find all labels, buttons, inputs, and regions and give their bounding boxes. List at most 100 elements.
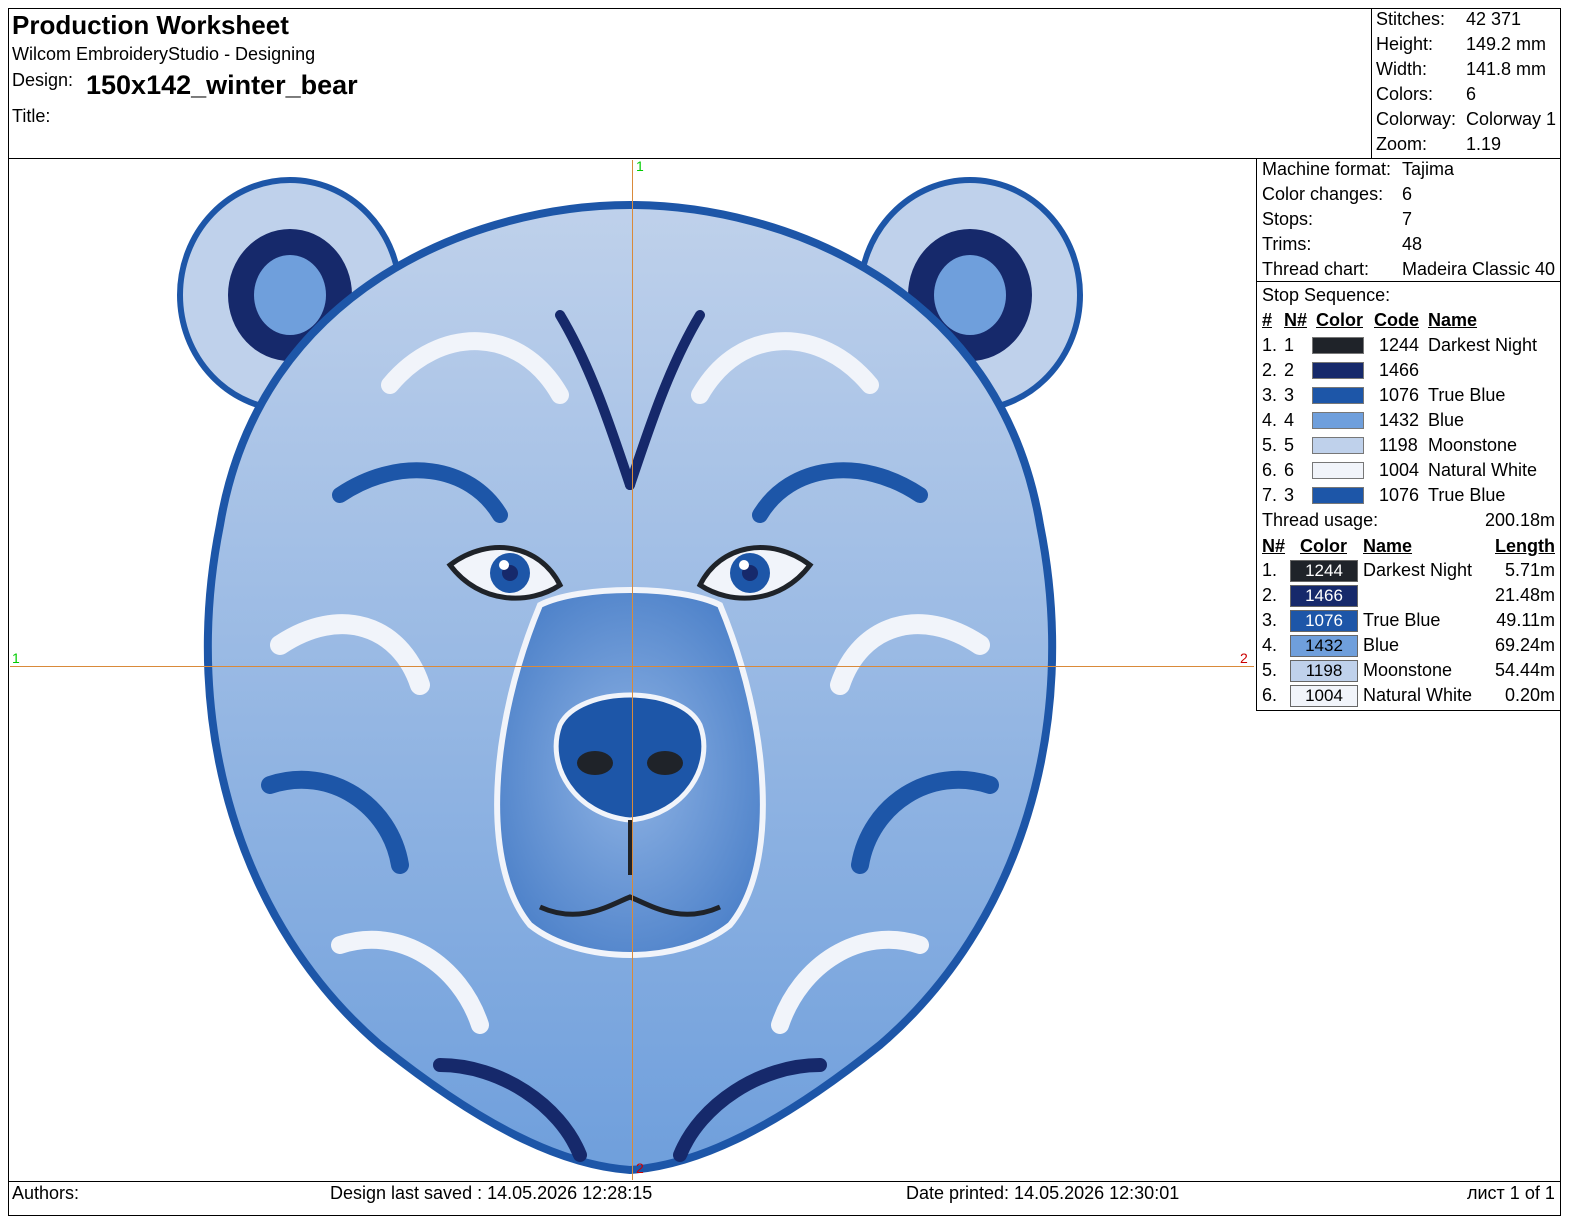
thread-usage-row: 3. 1076 True Blue 49.11m (1262, 610, 1558, 635)
stop-code: 1432 (1379, 410, 1420, 430)
usage-n: 4. (1262, 635, 1278, 655)
stop-color-swatch (1312, 412, 1364, 429)
machine-format-row: Machine format: Tajima (1262, 159, 1454, 180)
machine-key: Color changes: (1262, 184, 1384, 204)
axis-label-bottom: 2 (636, 1160, 644, 1176)
usage-length: 5.71m (1504, 560, 1555, 580)
vertical-center-line (632, 160, 633, 1180)
footer-authors: Authors: (12, 1183, 80, 1203)
stat-value: 149.2 mm (1466, 34, 1547, 54)
stop-sequence-title: Stop Sequence: (1262, 285, 1391, 305)
stop-color-swatch (1312, 337, 1364, 354)
stop-n: 5 (1284, 435, 1295, 455)
stat-value: 141.8 mm (1466, 59, 1547, 79)
usage-n: 6. (1262, 685, 1278, 705)
machine-key: Machine format: (1262, 159, 1392, 179)
axis-label-right: 2 (1240, 650, 1248, 666)
app-name: Wilcom EmbroideryStudio - Designing (12, 44, 316, 64)
usage-name: Natural White (1363, 685, 1473, 705)
usage-length: 54.44m (1494, 660, 1555, 680)
usage-n: 5. (1262, 660, 1278, 680)
stop-name: True Blue (1428, 385, 1506, 405)
stat-value: 6 (1466, 84, 1477, 104)
thread-usage-total: 200.18m (1485, 510, 1556, 530)
thread-usage-row: 6. 1004 Natural White 0.20m (1262, 685, 1558, 710)
machine-key: Thread chart: (1262, 259, 1370, 279)
machine-key: Trims: (1262, 234, 1312, 254)
bear-embroidery-image (177, 177, 1083, 1175)
stat-key: Width: (1376, 59, 1428, 79)
stop-code: 1076 (1379, 485, 1420, 505)
stop-n: 6 (1284, 460, 1295, 480)
stop-color-swatch (1312, 387, 1364, 404)
machine-value: Madeira Classic 40 (1402, 259, 1556, 279)
usage-color-swatch: 1432 (1290, 635, 1358, 657)
thread-usage-row: 5. 1198 Moonstone 54.44m (1262, 660, 1558, 685)
stop-idx: 7. (1262, 485, 1278, 505)
usage-name: Blue (1363, 635, 1400, 655)
stop-name: Blue (1428, 410, 1465, 430)
header-length: Length (1495, 536, 1555, 556)
usage-length: 49.11m (1496, 610, 1555, 630)
usage-length: 69.24m (1494, 635, 1555, 655)
usage-n: 2. (1262, 585, 1278, 605)
usage-color-swatch: 1076 (1290, 610, 1358, 632)
stop-name: Natural White (1428, 460, 1538, 480)
design-label: Design: (12, 70, 74, 90)
stop-code: 1076 (1379, 385, 1420, 405)
stat-key: Colorway: (1376, 109, 1457, 129)
title-label: Title: (12, 106, 51, 126)
footer-page: лист 1 of 1 (1467, 1183, 1555, 1203)
stat-key: Height: (1376, 34, 1434, 54)
axis-label-top: 1 (636, 158, 644, 174)
stop-n: 1 (1284, 335, 1295, 355)
stat-key: Zoom: (1376, 134, 1428, 154)
stops-row: Stops: 7 (1262, 209, 1412, 230)
stat-value: 42 371 (1466, 9, 1522, 29)
color-changes-row: Color changes: 6 (1262, 184, 1412, 205)
usage-n: 1. (1262, 560, 1278, 580)
stop-code: 1466 (1379, 360, 1420, 380)
axis-label-left: 1 (12, 650, 20, 666)
stop-idx: 1. (1262, 335, 1278, 355)
stop-name: Darkest Night (1428, 335, 1538, 355)
header-n: N# (1262, 536, 1286, 556)
horizontal-center-line (10, 666, 1254, 667)
thread-usage-row: 1. 1244 Darkest Night 5.71m (1262, 560, 1558, 585)
header-code: Code (1374, 310, 1419, 330)
usage-color-swatch: 1244 (1290, 560, 1358, 582)
header-color: Color (1300, 536, 1347, 556)
thread-usage-header: N# Color Name Length (1262, 536, 1558, 561)
stat-key: Stitches: (1376, 9, 1446, 29)
usage-color-swatch: 1004 (1290, 685, 1358, 707)
machine-key: Stops: (1262, 209, 1314, 229)
stop-n: 4 (1284, 410, 1295, 430)
usage-length: 0.20m (1504, 685, 1555, 705)
usage-color-swatch: 1198 (1290, 660, 1358, 682)
footer-bar (8, 1181, 1561, 1216)
thread-chart-row: Thread chart: Madeira Classic 40 (1262, 259, 1555, 280)
thread-usage-row: 2. 1466 21.48m (1262, 585, 1558, 610)
stop-color-swatch (1312, 437, 1364, 454)
stat-value: 1.19 (1466, 134, 1502, 154)
stop-code: 1244 (1379, 335, 1420, 355)
usage-color-swatch: 1466 (1290, 585, 1358, 607)
header-idx: # (1262, 310, 1273, 330)
design-name: 150x142_winter_bear (86, 70, 358, 100)
stop-color-swatch (1312, 487, 1364, 504)
usage-length: 21.48m (1494, 585, 1555, 605)
machine-value: Tajima (1402, 159, 1455, 179)
header-n: N# (1284, 310, 1308, 330)
footer-date-printed: Date printed: 14.05.2026 12:30:01 (906, 1183, 1180, 1203)
stop-idx: 5. (1262, 435, 1278, 455)
stat-value: Colorway 1 (1466, 109, 1557, 129)
stop-idx: 2. (1262, 360, 1278, 380)
stop-name: Moonstone (1428, 435, 1518, 455)
stop-idx: 6. (1262, 460, 1278, 480)
stop-color-swatch (1312, 462, 1364, 479)
stop-name: True Blue (1428, 485, 1506, 505)
machine-value: 48 (1402, 234, 1423, 254)
thread-usage-label: Thread usage: (1262, 510, 1379, 530)
stop-idx: 3. (1262, 385, 1278, 405)
stop-code: 1198 (1379, 435, 1418, 455)
